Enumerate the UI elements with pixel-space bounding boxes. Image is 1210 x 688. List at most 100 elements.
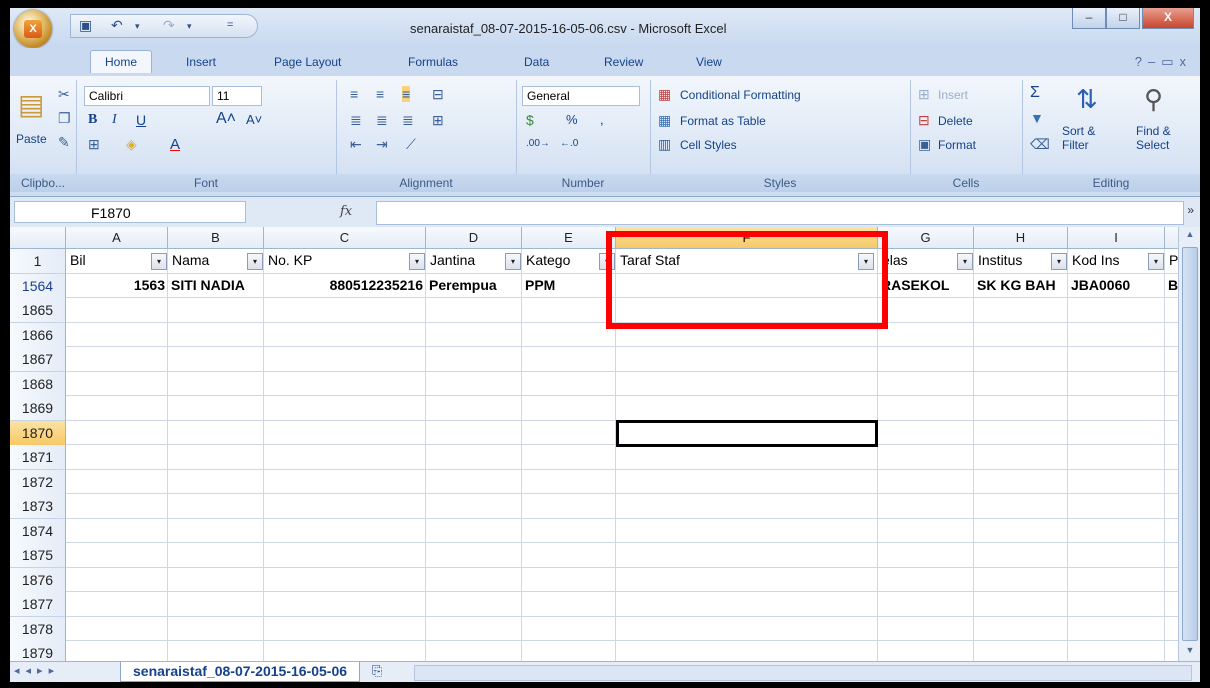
filter-dropdown-kelas[interactable]: ▾ (957, 253, 973, 270)
fill-icon[interactable]: ▼ (1030, 110, 1044, 126)
header-cell-nama[interactable]: Nama (172, 249, 242, 274)
sheet-nav-icons[interactable]: ◂◂▸▸ (14, 664, 60, 677)
column-header-i[interactable]: I (1068, 227, 1165, 249)
save-icon[interactable]: ▣ (79, 17, 92, 34)
header-cell-kategori[interactable]: Katego (526, 249, 594, 274)
align-center-icon[interactable]: ≣ (376, 112, 388, 129)
tab-formulas[interactable]: Formulas (408, 55, 458, 69)
shrink-font-button[interactable]: A˅ (246, 112, 262, 127)
row-header[interactable]: 1870 (10, 421, 66, 446)
tab-view[interactable]: View (696, 55, 722, 69)
row-header[interactable]: 1866 (10, 323, 66, 348)
header-cell-kod-institusi[interactable]: Kod Ins (1072, 249, 1143, 274)
align-left-icon[interactable]: ≣ (350, 112, 362, 129)
wrap-text-icon[interactable]: ⊟ (432, 86, 444, 103)
row-header[interactable]: 1872 (10, 470, 66, 495)
autosum-icon[interactable]: Σ (1030, 84, 1040, 102)
insert-cells-button[interactable]: Insert (938, 88, 968, 102)
row-header[interactable]: 1878 (10, 617, 66, 642)
decrease-indent-icon[interactable]: ⇤ (350, 136, 362, 153)
column-header-d[interactable]: D (426, 227, 522, 249)
name-box[interactable]: F1870 (14, 201, 246, 223)
row-header[interactable]: 1875 (10, 543, 66, 568)
align-bottom-icon[interactable]: ≡ (402, 86, 411, 102)
maximize-button[interactable]: □ (1106, 8, 1140, 29)
row-header[interactable]: 1873 (10, 494, 66, 519)
header-cell-institusi[interactable]: Institus (978, 249, 1046, 274)
cell-styles-button[interactable]: Cell Styles (680, 138, 737, 152)
conditional-formatting-button[interactable]: Conditional Formatting (680, 88, 801, 102)
header-cell-no-kp[interactable]: No. KP (268, 249, 404, 274)
increase-decimal-button[interactable]: .00→ (526, 138, 550, 149)
filter-dropdown-no-kp[interactable]: ▾ (409, 253, 425, 270)
header-cell-jantina[interactable]: Jantina (430, 249, 500, 274)
undo-icon[interactable]: ↶ (111, 17, 123, 34)
undo-dropdown-icon[interactable]: ▾ (135, 21, 140, 32)
sort-label-2[interactable]: Filter (1062, 138, 1089, 152)
merge-center-icon[interactable]: ⊞ (432, 112, 444, 129)
row-header[interactable]: 1867 (10, 347, 66, 372)
paste-label[interactable]: Paste (16, 132, 47, 146)
font-size-select[interactable]: 11 (212, 86, 262, 106)
align-right-icon[interactable]: ≣ (402, 112, 414, 129)
delete-cells-button[interactable]: Delete (938, 114, 973, 128)
comma-button[interactable]: , (600, 112, 604, 127)
sort-label-1[interactable]: Sort & (1062, 124, 1095, 138)
bold-button[interactable]: B (88, 112, 97, 128)
row-header[interactable]: 1 (10, 249, 66, 274)
tab-data[interactable]: Data (524, 55, 549, 69)
tab-home[interactable]: Home (90, 50, 153, 73)
copy-icon[interactable]: ❐ (58, 110, 71, 127)
expand-formula-bar-icon[interactable]: » (1187, 203, 1194, 217)
column-header-p[interactable]: P (1165, 227, 1178, 249)
spreadsheet-grid[interactable]: ABCDEFGHIP115641865186618671868186918701… (10, 227, 1178, 661)
cut-icon[interactable]: ✂ (58, 86, 70, 103)
row-header[interactable]: 1877 (10, 592, 66, 617)
redo-icon[interactable]: ↷ (163, 17, 175, 34)
find-label-2[interactable]: Select (1136, 138, 1169, 152)
column-header-c[interactable]: C (264, 227, 426, 249)
column-header-b[interactable]: B (168, 227, 264, 249)
format-painter-icon[interactable]: ✎ (58, 134, 70, 151)
insert-function-button[interactable]: fx (340, 204, 352, 219)
format-cells-button[interactable]: Format (938, 138, 976, 152)
borders-icon[interactable]: ⊞ (88, 136, 100, 153)
insert-sheet-icon[interactable]: ⎘ (372, 663, 382, 679)
paste-icon[interactable]: ▤ (18, 88, 44, 121)
select-all-corner[interactable] (10, 227, 66, 249)
customize-qat-icon[interactable]: = (227, 19, 233, 31)
column-header-e[interactable]: E (522, 227, 616, 249)
percent-button[interactable]: % (566, 112, 578, 127)
selected-cell-f1870[interactable] (616, 420, 878, 447)
data-cell-kategori[interactable]: PPM (525, 274, 613, 299)
italic-button[interactable]: I (112, 112, 117, 128)
office-button[interactable]: X (14, 10, 52, 48)
scroll-up-icon[interactable]: ▲ (1182, 229, 1198, 243)
font-name-select[interactable]: Calibri (84, 86, 210, 106)
clear-icon[interactable]: ⌫ (1030, 136, 1050, 153)
grow-font-button[interactable]: A˄ (216, 110, 236, 128)
format-as-table-button[interactable]: Format as Table (680, 114, 766, 128)
find-label-1[interactable]: Find & (1136, 124, 1171, 138)
increase-indent-icon[interactable]: ⇥ (376, 136, 388, 153)
formula-input[interactable] (376, 201, 1184, 225)
column-header-g[interactable]: G (878, 227, 974, 249)
data-cell-institusi[interactable]: SK KG BAH (977, 274, 1065, 299)
header-cell-bil[interactable]: Bil (70, 249, 146, 274)
scroll-thumb[interactable] (1182, 247, 1198, 641)
tab-insert[interactable]: Insert (186, 55, 216, 69)
tab-review[interactable]: Review (604, 55, 643, 69)
decrease-decimal-button[interactable]: ←.0 (560, 138, 578, 149)
row-header[interactable]: 1874 (10, 519, 66, 544)
data-cell-no-kp[interactable]: 880512235216 (267, 274, 423, 299)
header-cell-p[interactable]: Pl (1169, 249, 1178, 274)
row-header[interactable]: 1879 (10, 641, 66, 661)
align-top-icon[interactable]: ≡ (350, 86, 358, 102)
font-color-icon[interactable]: A (170, 136, 180, 153)
row-header[interactable]: 1868 (10, 372, 66, 397)
horizontal-scrollbar[interactable] (414, 665, 1192, 681)
filter-dropdown-nama[interactable]: ▾ (247, 253, 263, 270)
number-format-select[interactable]: General (522, 86, 640, 106)
orientation-icon[interactable]: ⟋ (406, 136, 416, 153)
column-header-a[interactable]: A (66, 227, 168, 249)
